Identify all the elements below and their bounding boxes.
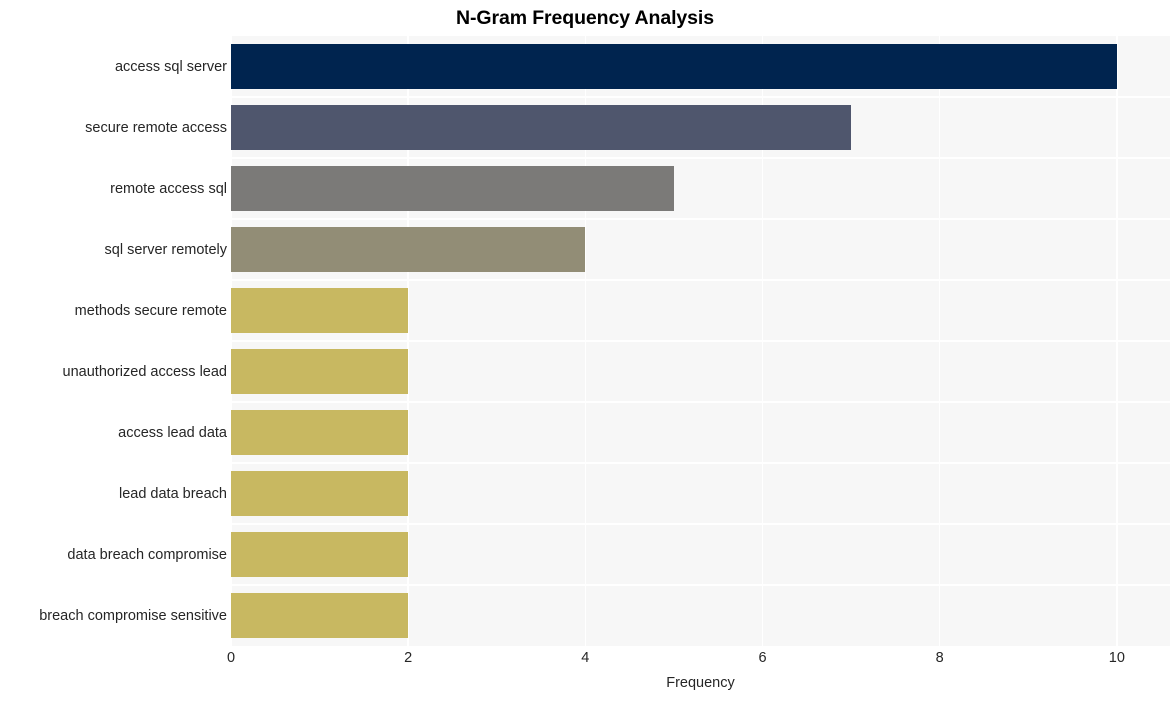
gridline-horizontal bbox=[231, 462, 1170, 464]
bar bbox=[231, 105, 852, 150]
chart-title: N-Gram Frequency Analysis bbox=[456, 7, 714, 29]
x-axis-label: Frequency bbox=[666, 675, 735, 691]
gridline-horizontal bbox=[231, 401, 1170, 403]
plot-area bbox=[231, 36, 1170, 646]
bar bbox=[231, 410, 409, 455]
bar bbox=[231, 471, 409, 516]
bar bbox=[231, 593, 409, 638]
bar bbox=[231, 349, 409, 394]
bar bbox=[231, 166, 674, 211]
gridline-horizontal bbox=[231, 218, 1170, 220]
x-axis-tick-label: 0 bbox=[226, 650, 236, 666]
gridline-horizontal bbox=[231, 157, 1170, 159]
y-axis-tick-label: secure remote access bbox=[85, 119, 227, 136]
gridline-horizontal bbox=[231, 279, 1170, 281]
x-axis-tick-label: 8 bbox=[935, 650, 944, 666]
y-axis-tick-label: breach compromise sensitive bbox=[39, 607, 227, 624]
x-axis-tick-label: 6 bbox=[758, 650, 767, 666]
y-axis-tick-label: methods secure remote bbox=[74, 302, 227, 319]
chart-figure: N-Gram Frequency Analysis access sql ser… bbox=[0, 0, 1170, 701]
gridline-horizontal bbox=[231, 523, 1170, 525]
y-axis-tick-label: access sql server bbox=[114, 58, 227, 75]
bar bbox=[231, 288, 409, 333]
bar bbox=[231, 532, 409, 577]
gridline-horizontal bbox=[231, 340, 1170, 342]
gridline-horizontal bbox=[231, 584, 1170, 586]
y-axis-tick-label: data breach compromise bbox=[67, 546, 227, 563]
bar bbox=[231, 44, 1117, 89]
bar bbox=[231, 227, 586, 272]
x-axis-tick-label: 2 bbox=[404, 650, 413, 666]
x-axis-tick-label: 10 bbox=[1108, 650, 1125, 666]
gridline-horizontal bbox=[231, 96, 1170, 98]
y-axis-tick-label: sql server remotely bbox=[104, 241, 227, 258]
y-axis-tick-label: unauthorized access lead bbox=[62, 363, 227, 380]
x-axis-tick-label: 4 bbox=[581, 650, 590, 666]
y-axis-tick-label: remote access sql bbox=[110, 180, 227, 197]
y-axis-tick-label: access lead data bbox=[118, 424, 227, 441]
y-axis-tick-label: lead data breach bbox=[118, 485, 227, 502]
